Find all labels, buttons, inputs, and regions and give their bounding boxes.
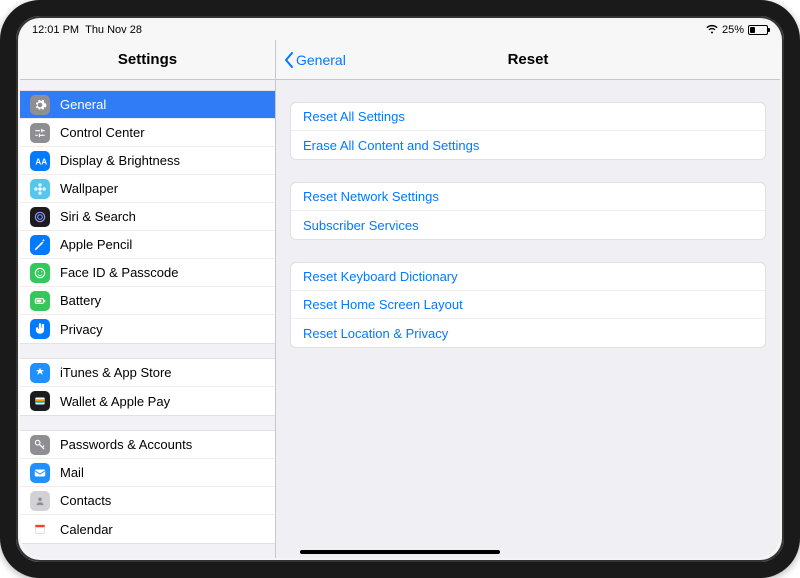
sidebar-item-label: Wallpaper xyxy=(60,181,265,196)
sidebar-item-wallpaper[interactable]: Wallpaper xyxy=(20,175,275,203)
detail-content: Reset All SettingsErase All Content and … xyxy=(276,80,780,348)
sidebar-item-label: Display & Brightness xyxy=(60,153,265,168)
siri-icon xyxy=(30,207,50,227)
home-indicator[interactable] xyxy=(300,550,500,554)
detail-header: General Reset xyxy=(276,40,780,80)
sidebar-item-passwords[interactable]: Passwords & Accounts xyxy=(20,431,275,459)
mail-icon xyxy=(30,463,50,483)
sidebar-group: General Control Center AA Display & Brightn… xyxy=(20,90,275,344)
sidebar-item-display[interactable]: AA Display & Brightness xyxy=(20,147,275,175)
pencil-icon xyxy=(30,235,50,255)
status-time: 12:01 PM xyxy=(32,24,79,36)
sidebar-group: Passwords & Accounts Mail Contacts Calendar xyxy=(20,430,275,544)
sidebar-item-label: iTunes & App Store xyxy=(60,365,265,380)
detail-group: Reset Network SettingsSubscriber Service… xyxy=(290,182,766,240)
sidebar-item-itunes[interactable]: iTunes & App Store xyxy=(20,359,275,387)
settings-sidebar: Settings General Control Center AA Display … xyxy=(20,40,276,558)
battery-icon xyxy=(748,25,768,35)
sidebar-item-control-center[interactable]: Control Center xyxy=(20,119,275,147)
detail-title: Reset xyxy=(508,51,549,68)
sidebar-item-label: Privacy xyxy=(60,322,265,337)
sidebar-item-faceid[interactable]: Face ID & Passcode xyxy=(20,259,275,287)
sidebar-item-label: General xyxy=(60,97,265,112)
back-label: General xyxy=(296,52,346,68)
sidebar-item-battery[interactable]: Battery xyxy=(20,287,275,315)
sidebar-item-label: Face ID & Passcode xyxy=(60,265,265,280)
appstore-icon xyxy=(30,363,50,383)
hand-icon xyxy=(30,319,50,339)
sidebar-item-siri[interactable]: Siri & Search xyxy=(20,203,275,231)
sidebar-item-label: Calendar xyxy=(60,522,265,537)
sidebar-item-label: Apple Pencil xyxy=(60,237,265,252)
text-icon: AA xyxy=(30,151,50,171)
key-icon xyxy=(30,435,50,455)
sidebar-item-calendar[interactable]: Calendar xyxy=(20,515,275,543)
back-button[interactable]: General xyxy=(284,52,346,68)
sidebar-item-label: Battery xyxy=(60,293,265,308)
detail-group: Reset All SettingsErase All Content and … xyxy=(290,102,766,160)
reset-option-reset-home[interactable]: Reset Home Screen Layout xyxy=(291,291,765,319)
sidebar-item-label: Contacts xyxy=(60,493,265,508)
sidebar-group: iTunes & App Store Wallet & Apple Pay xyxy=(20,358,275,416)
sidebar-item-label: Wallet & Apple Pay xyxy=(60,394,265,409)
reset-option-reset-network[interactable]: Reset Network Settings xyxy=(291,183,765,211)
ipad-frame: 12:01 PM Thu Nov 28 25% Settings General… xyxy=(0,0,800,578)
sidebar-title: Settings xyxy=(118,51,177,68)
detail-pane: General Reset Reset All SettingsErase Al… xyxy=(276,40,780,558)
sidebar-item-label: Mail xyxy=(60,465,265,480)
flower-icon xyxy=(30,179,50,199)
sidebar-item-label: Passwords & Accounts xyxy=(60,437,265,452)
status-bar: 12:01 PM Thu Nov 28 25% xyxy=(20,20,780,40)
contacts-icon xyxy=(30,491,50,511)
status-date: Thu Nov 28 xyxy=(85,24,142,36)
sliders-icon xyxy=(30,123,50,143)
screen: 12:01 PM Thu Nov 28 25% Settings General… xyxy=(20,20,780,558)
gear-icon xyxy=(30,95,50,115)
reset-option-reset-location[interactable]: Reset Location & Privacy xyxy=(291,319,765,347)
wallet-icon xyxy=(30,391,50,411)
battery-percent: 25% xyxy=(722,24,744,36)
sidebar-item-pencil[interactable]: Apple Pencil xyxy=(20,231,275,259)
calendar-icon xyxy=(30,519,50,539)
reset-option-erase-all[interactable]: Erase All Content and Settings xyxy=(291,131,765,159)
sidebar-list[interactable]: General Control Center AA Display & Brightn… xyxy=(20,80,275,558)
wifi-icon xyxy=(706,24,718,37)
sidebar-item-label: Control Center xyxy=(60,125,265,140)
reset-option-reset-all[interactable]: Reset All Settings xyxy=(291,103,765,131)
reset-option-subscriber[interactable]: Subscriber Services xyxy=(291,211,765,239)
sidebar-item-contacts[interactable]: Contacts xyxy=(20,487,275,515)
sidebar-item-label: Siri & Search xyxy=(60,209,265,224)
sidebar-item-general[interactable]: General xyxy=(20,91,275,119)
detail-group: Reset Keyboard DictionaryReset Home Scre… xyxy=(290,262,766,348)
sidebar-item-wallet[interactable]: Wallet & Apple Pay xyxy=(20,387,275,415)
battery-icon xyxy=(30,291,50,311)
reset-option-reset-keyboard[interactable]: Reset Keyboard Dictionary xyxy=(291,263,765,291)
svg-text:AA: AA xyxy=(35,157,47,166)
sidebar-item-mail[interactable]: Mail xyxy=(20,459,275,487)
sidebar-item-privacy[interactable]: Privacy xyxy=(20,315,275,343)
face-icon xyxy=(30,263,50,283)
sidebar-header: Settings xyxy=(20,40,275,80)
